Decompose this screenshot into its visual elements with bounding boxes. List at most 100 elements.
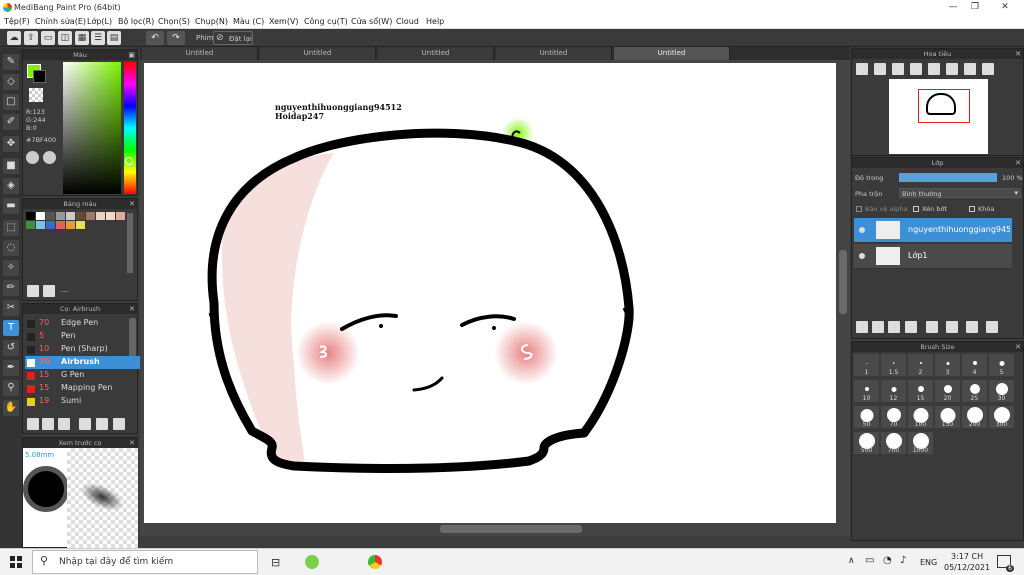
eyedropper-icon[interactable]: ⚲ bbox=[3, 380, 19, 396]
dot-tool-icon[interactable]: □ bbox=[3, 94, 19, 110]
opacity-slider[interactable] bbox=[899, 173, 997, 182]
color-picker-icon[interactable] bbox=[43, 151, 56, 164]
clock-time[interactable]: 3:17 CH bbox=[951, 552, 983, 561]
cloud-icon[interactable]: ☁ bbox=[7, 31, 21, 45]
clock-date[interactable]: 05/12/2021 bbox=[944, 563, 990, 572]
brush-size-cell[interactable]: 25 bbox=[962, 380, 987, 402]
comment-icon[interactable]: ▭ bbox=[41, 31, 55, 45]
menu-color[interactable]: Màu (C) bbox=[233, 17, 264, 26]
brush-size-cell[interactable]: 20 bbox=[935, 380, 960, 402]
hue-handle[interactable] bbox=[125, 157, 133, 165]
horizontal-scrollbar[interactable] bbox=[440, 525, 582, 533]
brush-size-cell[interactable]: 30 bbox=[989, 380, 1014, 402]
panel-close-icon[interactable]: ✕ bbox=[129, 304, 135, 314]
brush-item[interactable]: 15 Mapping Pen bbox=[25, 382, 147, 395]
tab-untitled-4[interactable]: Untitled bbox=[496, 47, 612, 60]
layer-row-lop1[interactable]: Lớp1 bbox=[854, 244, 1012, 269]
menu-window[interactable]: Cửa sổ(W) bbox=[351, 17, 392, 26]
panel-close-icon[interactable]: ✕ bbox=[1015, 342, 1021, 352]
lasso-tool-icon[interactable]: ◌ bbox=[3, 240, 19, 256]
brush-dropdown-icon[interactable] bbox=[58, 418, 70, 430]
brush-size-cell[interactable]: 1 bbox=[854, 354, 879, 376]
brush-size-cell[interactable]: 5 bbox=[989, 354, 1014, 376]
minimize-button[interactable]: — bbox=[946, 2, 960, 13]
clipping-checkbox[interactable] bbox=[913, 206, 919, 212]
brush-size-cell[interactable]: 150 bbox=[935, 406, 960, 428]
menu-view[interactable]: Xem(V) bbox=[269, 17, 299, 26]
panel-close-icon[interactable]: ✕ bbox=[129, 438, 135, 448]
new-palette-icon[interactable] bbox=[27, 285, 39, 297]
select-eraser-icon[interactable]: ✂ bbox=[3, 300, 19, 316]
layout-icon[interactable]: ▤ bbox=[107, 31, 121, 45]
color-wheel-icon[interactable] bbox=[26, 151, 39, 164]
brush-size-cell[interactable]: 3 bbox=[935, 354, 960, 376]
menu-capture[interactable]: Chụp(N) bbox=[195, 17, 228, 26]
delete-layer-icon[interactable] bbox=[986, 321, 998, 333]
brush-item[interactable]: 70 Airbrush bbox=[25, 356, 147, 369]
move-tool-icon[interactable]: ✥ bbox=[3, 136, 19, 152]
palette-swatch[interactable] bbox=[46, 221, 55, 229]
merge-layer-icon[interactable] bbox=[966, 321, 978, 333]
nav-flip-icon[interactable] bbox=[982, 63, 994, 75]
panel-menu-icon[interactable]: ▣ bbox=[128, 50, 135, 60]
panel-close-icon[interactable]: ✕ bbox=[1015, 49, 1021, 59]
palette-swatch[interactable] bbox=[76, 212, 85, 220]
volume-icon[interactable]: ♪ bbox=[900, 555, 906, 566]
blend-mode-select[interactable]: Bình thường ▾ bbox=[899, 188, 1021, 198]
menu-cloud[interactable]: Cloud bbox=[396, 17, 419, 26]
delete-palette-icon[interactable] bbox=[43, 285, 55, 297]
palette-swatch[interactable] bbox=[86, 212, 95, 220]
operation-tool-icon[interactable]: ↺ bbox=[3, 340, 19, 356]
brush-copy-icon[interactable] bbox=[113, 418, 125, 430]
menu-tools[interactable]: Công cụ(T) bbox=[304, 17, 348, 26]
palette-swatch[interactable] bbox=[36, 221, 45, 229]
palette-swatch[interactable] bbox=[26, 221, 35, 229]
palette-swatch[interactable] bbox=[66, 221, 75, 229]
brush-size-cell[interactable]: 4 bbox=[962, 354, 987, 376]
brush-size-cell[interactable]: 2 bbox=[908, 354, 933, 376]
brush-item[interactable]: 5 Pen bbox=[25, 330, 147, 343]
brush-size-cell[interactable]: 1000 bbox=[908, 432, 933, 454]
lock-checkbox[interactable] bbox=[969, 206, 975, 212]
palette-swatch[interactable] bbox=[56, 212, 65, 220]
visibility-eye-icon[interactable] bbox=[859, 227, 865, 233]
brush-size-cell[interactable]: 700 bbox=[881, 432, 906, 454]
visibility-eye-icon[interactable] bbox=[859, 253, 865, 259]
undo-icon[interactable]: ↶ bbox=[146, 31, 164, 45]
palette-swatch[interactable] bbox=[106, 212, 115, 220]
panel-close-icon[interactable]: ✕ bbox=[129, 199, 135, 209]
eraser-tool-icon[interactable]: ◇ bbox=[3, 74, 19, 90]
nav-rotate-left-icon[interactable] bbox=[946, 63, 958, 75]
notification-icon[interactable]: 6 bbox=[997, 555, 1014, 572]
chrome-taskbar-icon[interactable] bbox=[368, 555, 382, 569]
brush-size-cell[interactable]: 1.5 bbox=[881, 354, 906, 376]
brush-size-cell[interactable]: 200 bbox=[962, 406, 987, 428]
background-color-swatch[interactable] bbox=[33, 70, 46, 83]
drawing-canvas[interactable] bbox=[144, 63, 836, 523]
nav-fullscreen-icon[interactable] bbox=[928, 63, 940, 75]
gradient-tool-icon[interactable]: ▬ bbox=[3, 198, 19, 214]
battery-icon[interactable]: ▭ bbox=[865, 555, 874, 566]
palette-swatch[interactable] bbox=[96, 212, 105, 220]
brush-size-cell[interactable]: 500 bbox=[854, 432, 879, 454]
saturation-value-field[interactable] bbox=[63, 62, 121, 194]
tab-untitled-3[interactable]: Untitled bbox=[378, 47, 494, 60]
nav-actual-size-icon[interactable] bbox=[910, 63, 922, 75]
palette-swatch[interactable] bbox=[56, 221, 65, 229]
close-button[interactable]: ✕ bbox=[998, 2, 1012, 13]
navigator-thumbnail[interactable] bbox=[889, 79, 988, 154]
brush-size-cell[interactable]: 70 bbox=[881, 406, 906, 428]
layer-row-text[interactable]: nguyenthihuonggiang94512 bbox=[854, 218, 1012, 243]
menu-select[interactable]: Chọn(S) bbox=[158, 17, 190, 26]
reset-button[interactable]: ⊘ Đặt lại bbox=[213, 31, 253, 45]
brush-settings-icon[interactable] bbox=[79, 418, 91, 430]
menu-help[interactable]: Help bbox=[426, 17, 444, 26]
chevron-up-icon[interactable]: ∧ bbox=[848, 556, 855, 566]
windows-start-icon[interactable] bbox=[10, 556, 22, 568]
nav-fit-icon[interactable] bbox=[892, 63, 904, 75]
nav-rotate-right-icon[interactable] bbox=[964, 63, 976, 75]
pen-tool-icon[interactable]: ✐ bbox=[3, 114, 19, 130]
new-layer-icon[interactable] bbox=[856, 321, 868, 333]
hue-slider[interactable] bbox=[124, 62, 136, 194]
duplicate-layer-icon[interactable] bbox=[946, 321, 958, 333]
